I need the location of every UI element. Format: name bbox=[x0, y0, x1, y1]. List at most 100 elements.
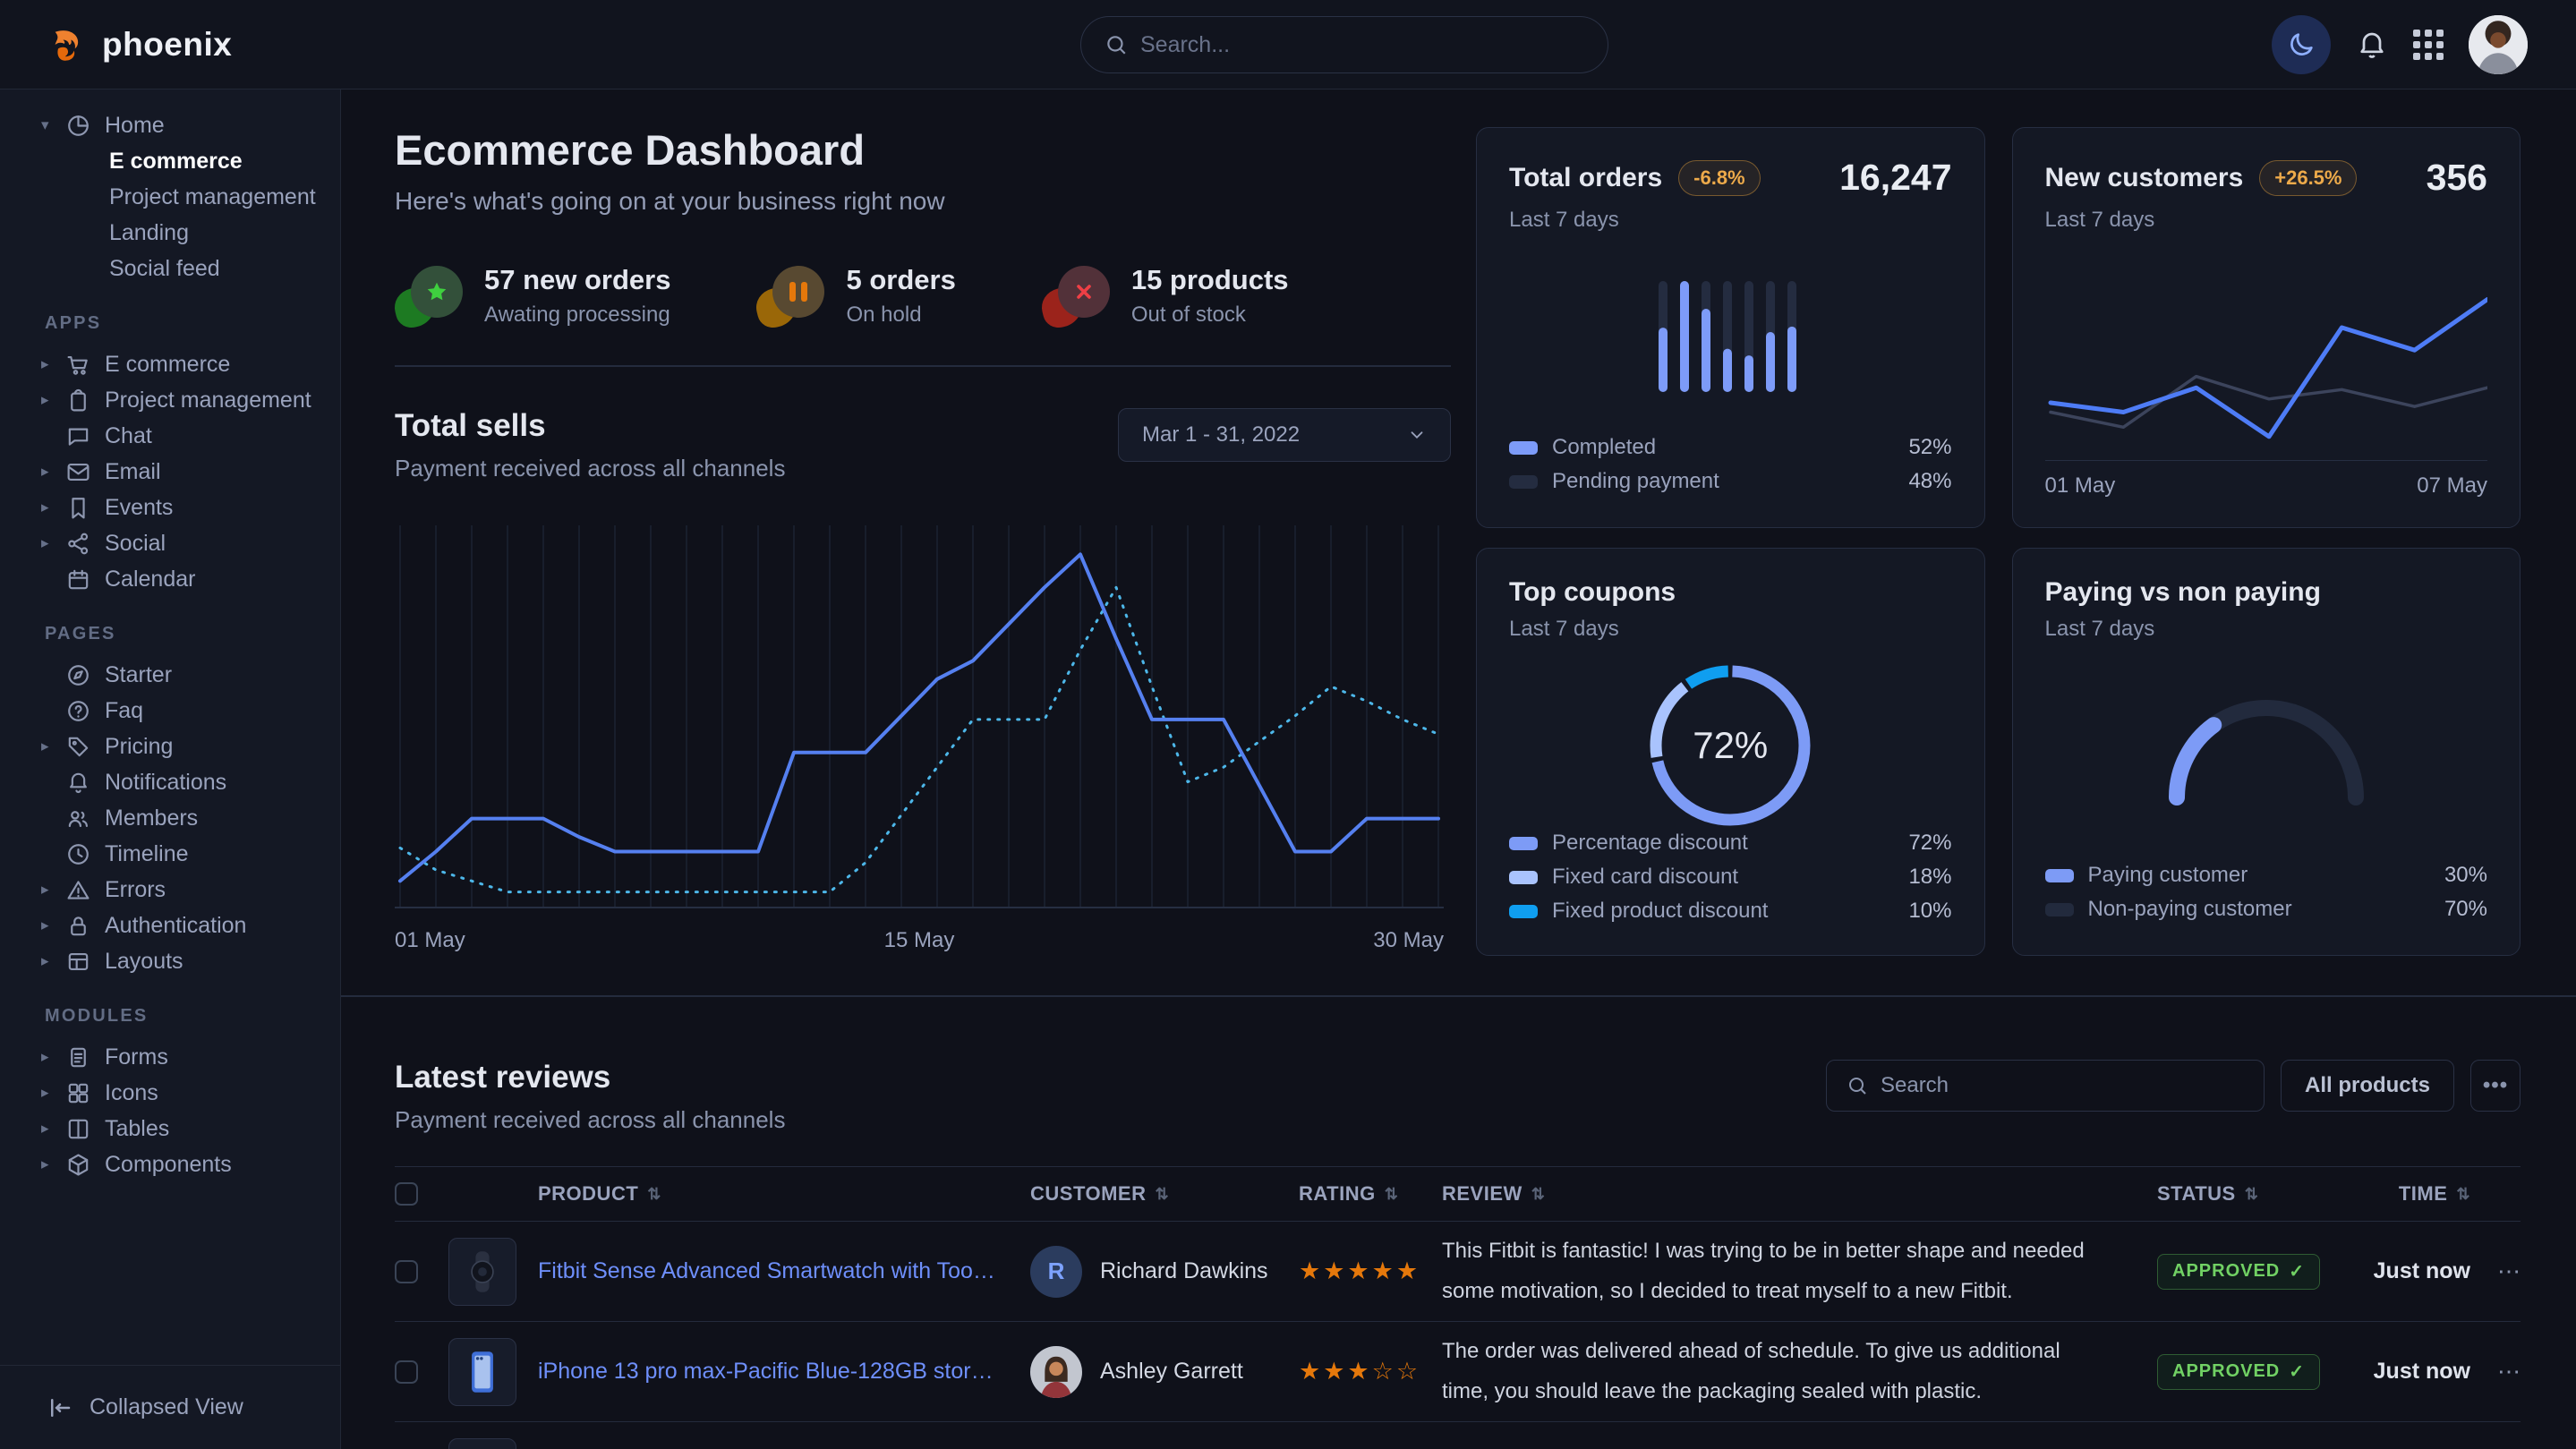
bell-icon bbox=[2356, 29, 2388, 61]
page-title: Ecommerce Dashboard bbox=[395, 125, 1451, 175]
legend-label: Non-paying customer bbox=[2088, 897, 2292, 922]
sidebar-item-label: Faq bbox=[105, 698, 143, 724]
sidebar-item-social-feed[interactable]: Social feed bbox=[0, 251, 340, 286]
brand-name: phoenix bbox=[102, 26, 232, 64]
sidebar: ▾HomeE commerceProject managementLanding… bbox=[0, 89, 341, 1449]
legend-item-fixed-card-discount: Fixed card discount18% bbox=[1509, 860, 1952, 894]
sidebar-item-social[interactable]: ▸Social bbox=[0, 525, 340, 561]
reviews-search[interactable] bbox=[1826, 1060, 2265, 1112]
stats-divider bbox=[395, 365, 1451, 367]
sidebar-item-chat[interactable]: Chat bbox=[0, 418, 340, 454]
collapse-sidebar-button[interactable]: Collapsed View bbox=[0, 1365, 340, 1449]
review-time: Just now bbox=[2336, 1258, 2470, 1284]
legend-value: 70% bbox=[2444, 897, 2487, 922]
card-period: Last 7 days bbox=[1509, 208, 1952, 233]
trend-badge: +26.5% bbox=[2259, 160, 2357, 196]
row-checkbox[interactable] bbox=[395, 1260, 418, 1283]
reviews-search-input[interactable] bbox=[1881, 1073, 2244, 1098]
status-badge: APPROVED ✓ bbox=[2157, 1354, 2320, 1390]
x-icon bbox=[1042, 266, 1110, 327]
sidebar-item-layouts[interactable]: ▸Layouts bbox=[0, 943, 340, 979]
axis-line bbox=[2045, 460, 2488, 461]
caret-icon: ▸ bbox=[41, 391, 63, 409]
legend-value: 10% bbox=[1908, 899, 1951, 924]
status-badge: APPROVED ✓ bbox=[2157, 1254, 2320, 1290]
column-header-rating[interactable]: RATING⇅ bbox=[1299, 1182, 1442, 1206]
sidebar-item-events[interactable]: ▸Events bbox=[0, 490, 340, 525]
stat-57-new-orders: 57 new ordersAwating processing bbox=[395, 264, 670, 328]
dark-mode-toggle[interactable] bbox=[2272, 15, 2331, 74]
column-header-review[interactable]: REVIEW⇅ bbox=[1442, 1182, 2157, 1206]
legend-swatch bbox=[2045, 903, 2074, 916]
pause-icon bbox=[756, 266, 824, 327]
sidebar-item-e-commerce[interactable]: E commerce bbox=[0, 143, 340, 179]
legend-swatch bbox=[1509, 871, 1538, 884]
user-avatar[interactable] bbox=[2469, 15, 2528, 74]
legend-value: 48% bbox=[1908, 469, 1951, 494]
sidebar-item-landing[interactable]: Landing bbox=[0, 215, 340, 251]
row-actions-button[interactable]: ⋯ bbox=[2470, 1358, 2521, 1385]
sort-icon: ⇅ bbox=[1156, 1185, 1170, 1204]
stat-value: 5 orders bbox=[846, 264, 955, 296]
sort-icon: ⇅ bbox=[1385, 1185, 1399, 1204]
product-thumbnail bbox=[448, 1438, 516, 1449]
global-search[interactable] bbox=[1080, 16, 1608, 73]
product-link[interactable]: Fitbit Sense Advanced Smartwatch with To… bbox=[538, 1258, 1030, 1284]
sidebar-item-home[interactable]: ▾Home bbox=[0, 107, 340, 143]
collapse-icon bbox=[47, 1394, 73, 1421]
customer-cell: Ashley Garrett bbox=[1030, 1346, 1299, 1398]
rating-stars: ★★★☆☆ bbox=[1299, 1358, 1442, 1385]
sidebar-item-label: Email bbox=[105, 459, 161, 485]
sidebar-item-notifications[interactable]: Notifications bbox=[0, 764, 340, 800]
all-products-button[interactable]: All products bbox=[2281, 1060, 2454, 1112]
file-icon bbox=[65, 1044, 91, 1070]
sidebar-item-faq[interactable]: Faq bbox=[0, 693, 340, 729]
sidebar-item-project-management[interactable]: Project management bbox=[0, 179, 340, 215]
sidebar-item-project-management[interactable]: ▸Project management bbox=[0, 382, 340, 418]
product-link[interactable]: iPhone 13 pro max-Pacific Blue-128GB sto… bbox=[538, 1359, 1030, 1385]
sidebar-item-forms[interactable]: ▸Forms bbox=[0, 1039, 340, 1075]
row-checkbox[interactable] bbox=[395, 1360, 418, 1384]
kpi-cards: Total orders -6.8% 16,247 Last 7 days Co… bbox=[1476, 127, 2521, 956]
legend-item-paying-customer: Paying customer30% bbox=[2045, 858, 2488, 892]
reviews-more-button[interactable]: ••• bbox=[2470, 1060, 2521, 1112]
sidebar-item-pricing[interactable]: ▸Pricing bbox=[0, 729, 340, 764]
column-header-status[interactable]: STATUS⇅ bbox=[2157, 1182, 2336, 1206]
table-body: Fitbit Sense Advanced Smartwatch with To… bbox=[395, 1222, 2521, 1449]
legend-item-non-paying-customer: Non-paying customer 70% bbox=[2045, 892, 2488, 926]
search-input[interactable] bbox=[1140, 32, 1584, 58]
sidebar-item-icons[interactable]: ▸Icons bbox=[0, 1075, 340, 1111]
sidebar-item-e-commerce[interactable]: ▸E commerce bbox=[0, 346, 340, 382]
date-range-select[interactable]: Mar 1 - 31, 2022 bbox=[1118, 408, 1451, 462]
legend-item-pending-payment: Pending payment48% bbox=[1509, 465, 1952, 499]
notifications-button[interactable] bbox=[2356, 29, 2388, 61]
column-header-time[interactable]: TIME⇅ bbox=[2336, 1182, 2470, 1206]
select-all-checkbox[interactable] bbox=[395, 1182, 418, 1206]
sidebar-item-authentication[interactable]: ▸Authentication bbox=[0, 908, 340, 943]
legend-item-fixed-product-discount: Fixed product discount10% bbox=[1509, 894, 1952, 928]
sidebar-item-starter[interactable]: Starter bbox=[0, 657, 340, 693]
caret-icon: ▸ bbox=[41, 1120, 63, 1138]
sidebar-item-tables[interactable]: ▸Tables bbox=[0, 1111, 340, 1146]
sidebar-item-members[interactable]: Members bbox=[0, 800, 340, 836]
sidebar-item-label: Pricing bbox=[105, 734, 173, 760]
avatar-image bbox=[2469, 15, 2528, 74]
paying-legend: Paying customer30% Non-paying customer 70% bbox=[2045, 858, 2488, 926]
caret-icon: ▸ bbox=[41, 499, 63, 516]
column-header-customer[interactable]: CUSTOMER⇅ bbox=[1030, 1182, 1299, 1206]
sidebar-item-components[interactable]: ▸Components bbox=[0, 1146, 340, 1182]
sidebar-item-label: Timeline bbox=[105, 841, 189, 867]
sidebar-item-errors[interactable]: ▸Errors bbox=[0, 872, 340, 908]
orders-bar-chart bbox=[1659, 279, 1802, 396]
brand-logo[interactable]: phoenix bbox=[48, 25, 232, 64]
sidebar-item-label: Authentication bbox=[105, 913, 246, 939]
card-value: 16,247 bbox=[1839, 157, 1951, 199]
sidebar-item-email[interactable]: ▸Email bbox=[0, 454, 340, 490]
apps-launcher-button[interactable] bbox=[2413, 30, 2444, 60]
column-header-product[interactable]: PRODUCT⇅ bbox=[538, 1182, 1030, 1206]
sidebar-item-calendar[interactable]: Calendar bbox=[0, 561, 340, 597]
sidebar-item-timeline[interactable]: Timeline bbox=[0, 836, 340, 872]
row-actions-button[interactable]: ⋯ bbox=[2470, 1257, 2521, 1285]
table-row bbox=[395, 1422, 2521, 1449]
customers-x-labels: 01 May 07 May bbox=[2045, 473, 2488, 499]
